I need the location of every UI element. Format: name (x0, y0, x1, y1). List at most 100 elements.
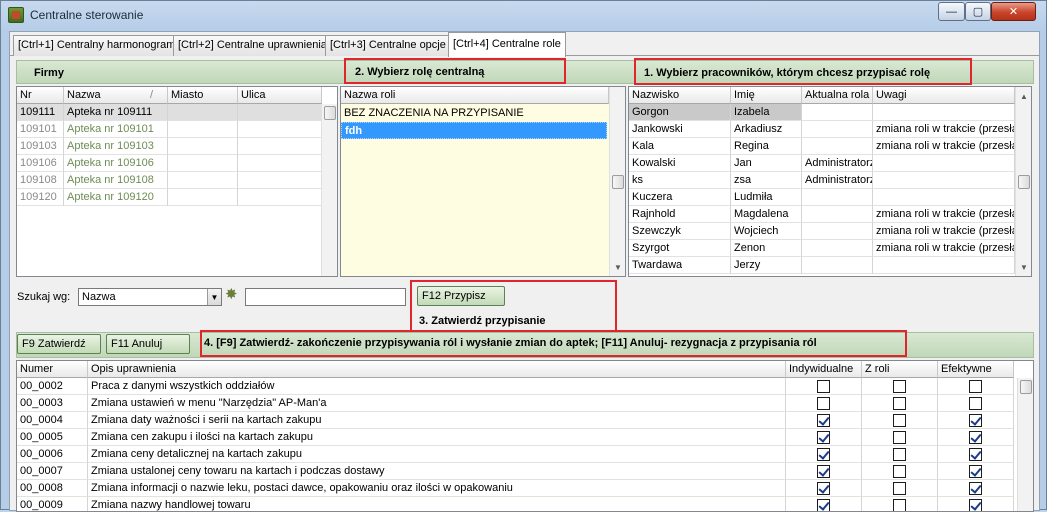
title-bar: Centralne sterowanie — ▢ ✕ (1, 1, 1046, 31)
tab-centralne-uprawnienia[interactable]: [Ctrl+2] Centralne uprawnienia (173, 35, 332, 56)
permission-indywidualne-checkbox[interactable] (817, 431, 830, 444)
permission-efektywne-checkbox[interactable] (969, 397, 982, 410)
roles-scroll-thumb[interactable] (612, 175, 624, 189)
cancel-button[interactable]: F11 Anuluj (106, 334, 190, 354)
scroll-down-icon[interactable]: ▼ (610, 259, 625, 275)
permission-indywidualne-checkbox[interactable] (817, 397, 830, 410)
role-item-bez-znaczenia[interactable]: BEZ ZNACZENIA NA PRZYPISANIE (341, 105, 607, 122)
firm-row[interactable]: 109120 Apteka nr 109120 (17, 189, 322, 206)
permission-efektywne-checkbox[interactable] (969, 499, 982, 511)
permission-row[interactable]: 00_0004 Zmiana daty ważności i serii na k… (17, 412, 1015, 429)
approve-button[interactable]: F9 Zatwierdź (17, 334, 101, 354)
employee-imie: Jerzy (731, 257, 802, 274)
tab-centralny-harmonogram[interactable]: [Ctrl+1] Centralny harmonogram (13, 35, 181, 56)
permission-row[interactable]: 00_0003 Zmiana ustawień w menu "Narzędzia… (17, 395, 1015, 412)
perm-col-efektywne[interactable]: Efektywne (938, 361, 1014, 378)
firm-row[interactable]: 109103 Apteka nr 109103 (17, 138, 322, 155)
firm-row[interactable]: 109106 Apteka nr 109106 (17, 155, 322, 172)
permission-indywidualne-checkbox[interactable] (817, 414, 830, 427)
employee-row[interactable]: Gorgon Izabela (629, 104, 1015, 121)
firms-col-miasto[interactable]: Miasto (168, 87, 238, 104)
step4-label: 4. [F9] Zatwierdź- zakończenie przypisyw… (204, 337, 817, 349)
permission-z-roli-checkbox[interactable] (893, 380, 906, 393)
permission-z-roli-checkbox[interactable] (893, 482, 906, 495)
employees-col-imie[interactable]: Imię (731, 87, 802, 104)
permission-z-roli-checkbox[interactable] (893, 414, 906, 427)
permission-row[interactable]: 00_0006 Zmiana ceny detalicznej na kartac… (17, 446, 1015, 463)
firms-scroll-thumb[interactable] (324, 106, 336, 120)
permission-z-roli-checkbox[interactable] (893, 431, 906, 444)
permission-efektywne-checkbox[interactable] (969, 431, 982, 444)
permission-indywidualne-checkbox[interactable] (817, 482, 830, 495)
permission-efektywne-checkbox[interactable] (969, 465, 982, 478)
permission-indywidualne-checkbox[interactable] (817, 465, 830, 478)
roles-scrollbar[interactable]: ▼ (609, 87, 625, 276)
employee-row[interactable]: Twardawa Jerzy (629, 257, 1015, 274)
firm-row[interactable]: 109108 Apteka nr 109108 (17, 172, 322, 189)
permission-z-roli-checkbox[interactable] (893, 465, 906, 478)
firm-ulica (238, 138, 322, 155)
perm-col-z-roli[interactable]: Z roli (862, 361, 938, 378)
permission-row[interactable]: 00_0002 Praca z danymi wszystkich oddział… (17, 378, 1015, 395)
firm-row[interactable]: 109101 Apteka nr 109101 (17, 121, 322, 138)
employees-scroll-thumb[interactable] (1018, 175, 1030, 189)
employee-row[interactable]: KowalskiJanAdministratorzy (629, 155, 1015, 172)
employee-row[interactable]: Jankowski Arkadiusz zmiana roli w trakcie … (629, 121, 1015, 138)
permission-z-roli-checkbox[interactable] (893, 397, 906, 410)
search-input[interactable] (245, 288, 406, 306)
employee-row[interactable]: Rajnhold Magdalena zmiana roli w trakcie (… (629, 206, 1015, 223)
employee-nazwisko: Kala (629, 138, 731, 155)
employees-col-nazwisko[interactable]: Nazwisko (629, 87, 731, 104)
permission-indywidualne-cell (786, 395, 862, 412)
search-field-select[interactable]: Nazwa ▼ (78, 288, 222, 306)
tab-centralne-opcje[interactable]: [Ctrl+3] Centralne opcje (325, 35, 451, 56)
permission-row[interactable]: 00_0007 Zmiana ustalonej ceny towaru na k… (17, 463, 1015, 480)
employees-col-uwagi[interactable]: Uwagi (873, 87, 1015, 104)
permission-z-roli-checkbox[interactable] (893, 448, 906, 461)
permission-efektywne-checkbox[interactable] (969, 448, 982, 461)
minimize-button[interactable]: — (938, 2, 965, 21)
permission-row[interactable]: 00_0008 Zmiana informacji o nazwie leku, … (17, 480, 1015, 497)
employees-col-aktualna-rola[interactable]: Aktualna rola (802, 87, 873, 104)
employee-row[interactable]: Szyrgot Zenon zmiana roli w trakcie (przes… (629, 240, 1015, 257)
permission-row[interactable]: 00_0005 Zmiana cen zakupu i ilości na kar… (17, 429, 1015, 446)
permission-z-roli-checkbox[interactable] (893, 499, 906, 511)
scroll-down-icon[interactable]: ▼ (1016, 259, 1031, 275)
permission-efektywne-checkbox[interactable] (969, 380, 982, 393)
close-button[interactable]: ✕ (991, 2, 1036, 21)
permissions-scroll-thumb[interactable] (1020, 380, 1032, 394)
firm-ulica (238, 104, 322, 121)
search-gear-icon[interactable]: ✸ (225, 285, 238, 303)
employee-row[interactable]: Kuczera Ludmiła (629, 189, 1015, 206)
firms-scrollbar[interactable] (321, 104, 337, 276)
permission-efektywne-checkbox[interactable] (969, 482, 982, 495)
employee-uwagi (873, 257, 1015, 274)
firm-row[interactable]: 109111 Apteka nr 109111 (17, 104, 322, 121)
assign-button[interactable]: F12 Przypisz (417, 286, 505, 306)
perm-col-numer[interactable]: Numer (17, 361, 88, 378)
employee-row[interactable]: Szewczyk Wojciech zmiana roli w trakcie (p… (629, 223, 1015, 240)
firms-col-nazwa[interactable]: Nazwa / (64, 87, 168, 104)
role-item-fdh[interactable]: fdh (341, 122, 607, 139)
employee-row[interactable]: Kala Regina zmiana roli w trakcie (przesła… (629, 138, 1015, 155)
employee-aktualna-rola (802, 189, 873, 206)
employee-row[interactable]: kszsaAdministratorzy (629, 172, 1015, 189)
permission-indywidualne-checkbox[interactable] (817, 448, 830, 461)
tab-centralne-role[interactable]: [Ctrl+4] Centralne role (448, 32, 566, 57)
permission-indywidualne-checkbox[interactable] (817, 499, 830, 511)
chevron-down-icon[interactable]: ▼ (207, 289, 221, 305)
permission-indywidualne-checkbox[interactable] (817, 380, 830, 393)
firms-col-ulica[interactable]: Ulica (238, 87, 322, 104)
permission-efektywne-checkbox[interactable] (969, 414, 982, 427)
employee-imie: Regina (731, 138, 802, 155)
perm-col-opis[interactable]: Opis uprawnienia (88, 361, 786, 378)
permission-indywidualne-cell (786, 463, 862, 480)
roles-col-nazwa[interactable]: Nazwa roli (341, 87, 609, 104)
perm-col-indywidualne[interactable]: Indywidualne (786, 361, 862, 378)
permissions-scrollbar[interactable] (1017, 378, 1033, 511)
firms-col-nr[interactable]: Nr (17, 87, 64, 104)
maximize-button[interactable]: ▢ (965, 2, 991, 21)
employee-aktualna-rola: Administratorzy (802, 155, 873, 172)
employees-scrollbar[interactable]: ▲ ▼ (1015, 87, 1031, 276)
scroll-up-icon[interactable]: ▲ (1016, 88, 1031, 104)
